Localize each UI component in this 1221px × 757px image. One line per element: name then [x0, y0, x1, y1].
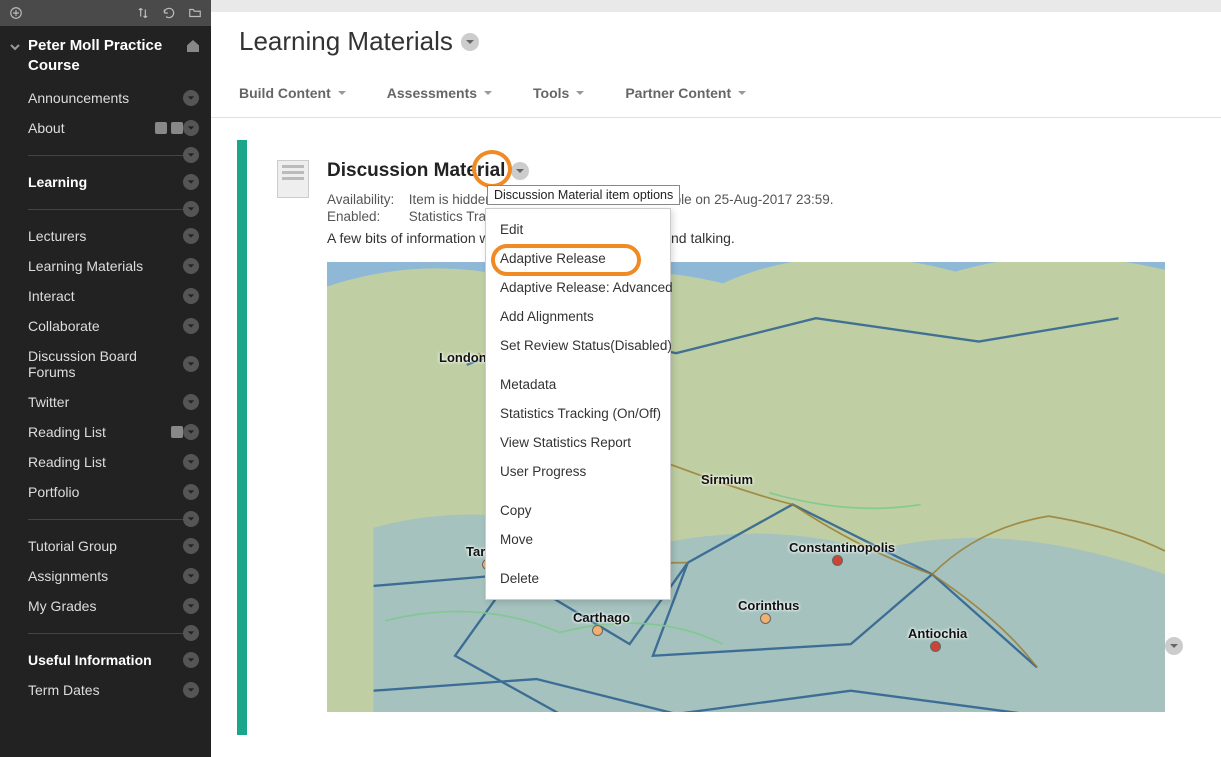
main-area: Learning Materials Build Content Assessme… — [211, 0, 1221, 757]
action-bar-label: Partner Content — [625, 85, 731, 101]
sidebar-item[interactable]: Term Dates — [0, 675, 211, 705]
course-sidebar: Peter Moll Practice Course Announcements… — [0, 0, 211, 757]
map-label: Carthago — [573, 610, 630, 625]
sidebar-item-label: Interact — [28, 288, 183, 304]
sidebar-item-label: Announcements — [28, 90, 183, 106]
sidebar-item[interactable]: About — [0, 113, 211, 143]
dropdown-item[interactable]: Edit — [486, 215, 670, 244]
sidebar-item-label: Learning — [28, 174, 183, 190]
action-bar-item[interactable]: Build Content — [239, 85, 347, 101]
sidebar-item[interactable]: Assignments — [0, 561, 211, 591]
enabled-label: Enabled: — [327, 209, 405, 224]
sidebar-item-label: Useful Information — [28, 652, 183, 668]
map-label: Antiochia — [908, 626, 967, 641]
sidebar-item-label: Portfolio — [28, 484, 183, 500]
sidebar-item-label: Collaborate — [28, 318, 183, 334]
map-label: Sirmium — [701, 472, 753, 487]
sidebar-separator — [0, 507, 211, 531]
sidebar-separator — [0, 143, 211, 167]
sidebar-item-label: Twitter — [28, 394, 183, 410]
sidebar-item[interactable]: Reading List — [0, 417, 211, 447]
sidebar-item[interactable]: My Grades — [0, 591, 211, 621]
page-options-icon[interactable] — [461, 33, 479, 51]
action-bar-label: Build Content — [239, 85, 331, 101]
link-icon — [155, 122, 167, 134]
dropdown-item[interactable]: Add Alignments — [486, 302, 670, 331]
dropdown-item[interactable]: Set Review Status(Disabled) — [486, 331, 670, 360]
sidebar-item[interactable]: Reading List — [0, 447, 211, 477]
sidebar-item-label: Learning Materials — [28, 258, 183, 274]
sidebar-item-label: Reading List — [28, 424, 165, 440]
course-title[interactable]: Peter Moll Practice Course — [28, 36, 179, 75]
item-options-dropdown: EditAdaptive ReleaseAdaptive Release: Ad… — [485, 208, 671, 600]
sidebar-item[interactable]: Discussion Board Forums — [0, 341, 211, 387]
map-label: London — [439, 350, 487, 365]
dropdown-item[interactable]: Metadata — [486, 370, 670, 399]
sidebar-item[interactable]: Useful Information — [0, 645, 211, 675]
sidebar-item-label: Lecturers — [28, 228, 183, 244]
map-spot[interactable] — [930, 641, 941, 652]
dropdown-item[interactable]: Adaptive Release: Advanced — [486, 273, 670, 302]
sidebar-item[interactable]: Lecturers — [0, 221, 211, 251]
sidebar-item[interactable]: Collaborate — [0, 311, 211, 341]
action-bar-item[interactable]: Tools — [533, 85, 585, 101]
sort-icon[interactable] — [133, 3, 153, 23]
map-label: Constantinopolis — [789, 540, 895, 555]
action-bar: Build Content Assessments Tools Partner Con… — [211, 75, 1221, 118]
sidebar-item[interactable]: Tutorial Group — [0, 531, 211, 561]
sidebar-item[interactable]: Learning — [0, 167, 211, 197]
sidebar-item-label: About — [28, 120, 149, 136]
document-icon — [277, 160, 309, 198]
action-bar-item[interactable]: Partner Content — [625, 85, 747, 101]
page-title-row: Learning Materials — [211, 12, 1221, 75]
folder-icon[interactable] — [185, 3, 205, 23]
item-options-tooltip: Discussion Material item options — [487, 185, 680, 205]
home-icon[interactable] — [185, 36, 201, 57]
action-bar-label: Assessments — [387, 85, 477, 101]
link-icon — [171, 122, 183, 134]
dropdown-item[interactable]: User Progress — [486, 457, 670, 486]
sidebar-separator — [0, 621, 211, 645]
map-spot[interactable] — [760, 613, 771, 624]
sidebar-item[interactable]: Learning Materials — [0, 251, 211, 281]
dropdown-item[interactable]: Delete — [486, 564, 670, 593]
sidebar-item[interactable]: Announcements — [0, 83, 211, 113]
expand-course-icon[interactable] — [10, 36, 22, 55]
dropdown-item[interactable]: View Statistics Report — [486, 428, 670, 457]
dropdown-item[interactable]: Move — [486, 525, 670, 554]
sidebar-item[interactable]: Portfolio — [0, 477, 211, 507]
map-spot[interactable] — [832, 555, 843, 566]
sidebar-separator — [0, 197, 211, 221]
sidebar-item-label: Reading List — [28, 454, 183, 470]
action-bar-item[interactable]: Assessments — [387, 85, 493, 101]
sidebar-item-label: Term Dates — [28, 682, 183, 698]
item-options-icon[interactable] — [511, 162, 529, 180]
action-bar-label: Tools — [533, 85, 569, 101]
page-title: Learning Materials — [239, 26, 453, 57]
sidebar-toolbar — [0, 0, 211, 26]
sidebar-item-label: Tutorial Group — [28, 538, 183, 554]
dropdown-item[interactable]: Statistics Tracking (On/Off) — [486, 399, 670, 428]
add-icon[interactable] — [6, 3, 26, 23]
map-label: Corinthus — [738, 598, 799, 613]
map-image: LondonTarracoCarthagoRomaSirmiumCorinthu… — [327, 262, 1165, 712]
dropdown-item[interactable]: Copy — [486, 496, 670, 525]
item-bottom-options-icon[interactable] — [1165, 637, 1183, 655]
sidebar-item[interactable]: Interact — [0, 281, 211, 311]
item-title[interactable]: Discussion Material — [327, 160, 505, 182]
sidebar-item-label: Assignments — [28, 568, 183, 584]
link-icon — [171, 426, 183, 438]
refresh-icon[interactable] — [159, 3, 179, 23]
sidebar-item[interactable]: Twitter — [0, 387, 211, 417]
content-card: Discussion Material Discussion Material … — [237, 140, 1195, 735]
dropdown-item[interactable]: Adaptive Release — [486, 244, 670, 273]
item-description: A few bits of information worth reading,… — [327, 230, 1165, 246]
course-title-row: Peter Moll Practice Course — [0, 26, 211, 83]
sidebar-item-label: Discussion Board Forums — [28, 348, 183, 380]
availability-label: Availability: — [327, 192, 405, 207]
map-spot[interactable] — [592, 625, 603, 636]
sidebar-item-label: My Grades — [28, 598, 183, 614]
